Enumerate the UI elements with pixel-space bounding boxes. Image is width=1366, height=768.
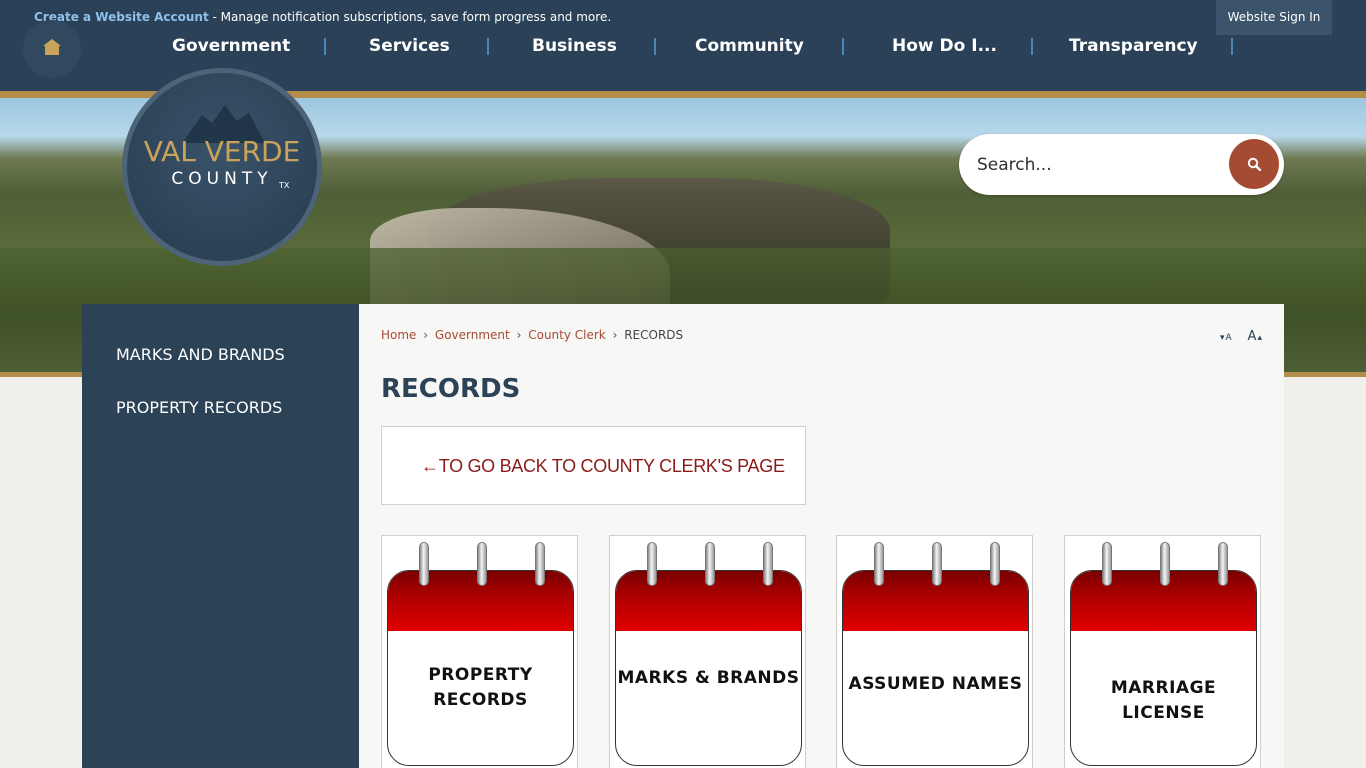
sidebar-item-marks-and-brands[interactable]: MARKS AND BRANDS [116, 345, 285, 364]
nav-government[interactable]: Government [172, 35, 290, 57]
logo-state: TX [279, 181, 290, 190]
calendar-ring [1102, 542, 1112, 586]
records-card-property-records[interactable]: PROPERTY RECORDS [381, 535, 578, 768]
calendar-ring [932, 542, 942, 586]
search-button[interactable] [1229, 139, 1279, 189]
card-label-line1: MARRIAGE [1110, 678, 1217, 698]
sidebar-menu: MARKS AND BRANDS PROPERTY RECORDS [82, 304, 359, 768]
search-input[interactable] [977, 150, 1217, 180]
website-sign-in-button[interactable]: Website Sign In [1216, 0, 1332, 35]
breadcrumb: Home › Government › County Clerk › RECOR… [381, 328, 683, 342]
nav-business[interactable]: Business [532, 35, 617, 57]
increase-text-button[interactable]: A▴ [1242, 329, 1262, 344]
records-card-assumed-names[interactable]: ASSUMED NAMES [836, 535, 1033, 768]
home-button[interactable] [23, 20, 81, 78]
search-icon [1247, 157, 1261, 171]
home-icon [43, 39, 61, 55]
calendar-ring [874, 542, 884, 586]
nav-divider [842, 38, 844, 55]
back-to-county-clerk-link[interactable]: ←TO GO BACK TO COUNTY CLERK'S PAGE [421, 456, 785, 477]
breadcrumb-separator: › [516, 328, 522, 342]
records-card-marks-brands[interactable]: MARKS & BRANDS [609, 535, 806, 768]
calendar-ring [477, 542, 487, 586]
nav-divider [1031, 38, 1033, 55]
nav-community[interactable]: Community [695, 35, 804, 57]
nav-how-do-i[interactable]: How Do I... [892, 35, 997, 57]
nav-divider [654, 38, 656, 55]
county-logo[interactable]: VAL VERDE COUNTY TX [122, 68, 322, 266]
calendar-ring [705, 542, 715, 586]
notification-message: Create a Website Account - Manage notifi… [34, 10, 611, 24]
caret-up-icon: ▴ [1257, 333, 1262, 343]
back-link-box: ←TO GO BACK TO COUNTY CLERK'S PAGE [381, 426, 806, 505]
breadcrumb-county-clerk[interactable]: County Clerk [528, 328, 606, 342]
text-resize-controls: ▾A A▴ [1214, 329, 1262, 344]
main-content: Home › Government › County Clerk › RECOR… [359, 304, 1284, 768]
logo-title: VAL VERDE [143, 135, 301, 168]
calendar-ring [763, 542, 773, 586]
decrease-text-button[interactable]: ▾A [1220, 333, 1232, 343]
card-label-line1: PROPERTY [428, 665, 533, 685]
card-label-line1: ASSUMED NAMES [848, 674, 1023, 694]
increase-text-label: A [1247, 329, 1257, 344]
calendar-ring [1218, 542, 1228, 586]
nav-divider [1231, 38, 1233, 55]
breadcrumb-government[interactable]: Government [435, 328, 510, 342]
calendar-ring [990, 542, 1000, 586]
calendar-icon: MARKS & BRANDS [615, 570, 802, 766]
calendar-icon: MARRIAGE LICENSE [1070, 570, 1257, 766]
card-label-line1: MARKS & BRANDS [617, 668, 800, 688]
notification-bar: Create a Website Account - Manage notifi… [0, 0, 1366, 35]
calendar-ring [647, 542, 657, 586]
breadcrumb-separator: › [612, 328, 618, 342]
nav-divider [324, 38, 326, 55]
nav-transparency[interactable]: Transparency [1069, 35, 1198, 57]
card-label-line2: RECORDS [433, 690, 528, 710]
calendar-ring [535, 542, 545, 586]
calendar-icon: PROPERTY RECORDS [387, 570, 574, 766]
decrease-text-label: A [1225, 333, 1232, 343]
nav-divider [487, 38, 489, 55]
calendar-icon: ASSUMED NAMES [842, 570, 1029, 766]
calendar-ring [1160, 542, 1170, 586]
page-title: RECORDS [381, 374, 521, 404]
records-card-marriage-license[interactable]: MARRIAGE LICENSE [1064, 535, 1261, 768]
breadcrumb-home[interactable]: Home [381, 328, 416, 342]
breadcrumb-current: RECORDS [624, 328, 684, 342]
nav-services[interactable]: Services [369, 35, 450, 57]
sidebar-item-property-records[interactable]: PROPERTY RECORDS [116, 398, 282, 417]
calendar-ring [419, 542, 429, 586]
card-label-line2: LICENSE [1122, 703, 1205, 723]
notification-text: - Manage notification subscriptions, sav… [208, 10, 612, 24]
search-box [959, 134, 1284, 195]
breadcrumb-separator: › [423, 328, 429, 342]
